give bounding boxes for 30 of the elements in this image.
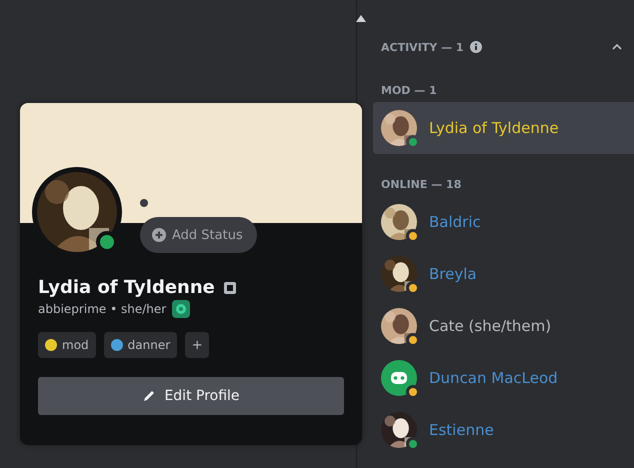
- role-tag: mod: [38, 332, 96, 358]
- chevron-up-icon[interactable]: [612, 43, 622, 51]
- member-item[interactable]: Baldric: [373, 196, 634, 248]
- member-item[interactable]: Cate (she/them): [373, 300, 634, 352]
- info-icon[interactable]: [470, 41, 482, 53]
- member-item[interactable]: Breyla: [373, 248, 634, 300]
- add-role-button[interactable]: +: [185, 332, 210, 358]
- add-status-button[interactable]: Add Status: [140, 217, 257, 253]
- badge-icon: [172, 300, 190, 318]
- activity-header: ACTIVITY — 1: [381, 40, 464, 54]
- plus-icon: [152, 228, 166, 242]
- username-text: abbieprime • she/her: [38, 302, 166, 316]
- avatar-icon: [381, 360, 417, 396]
- member-name: Breyla: [429, 265, 477, 283]
- group-heading: ONLINE — 18: [381, 178, 462, 193]
- group-heading: MOD — 1: [381, 84, 438, 99]
- pencil-icon: [142, 389, 156, 403]
- member-name: Estienne: [429, 421, 494, 439]
- member-item[interactable]: Duncan MacLeod: [373, 352, 634, 404]
- role-tag: danner: [104, 332, 178, 358]
- member-name: Baldric: [429, 213, 481, 231]
- scroll-up-icon[interactable]: [356, 14, 366, 22]
- badge-icon: [222, 280, 237, 294]
- member-name: Lydia of Tyldenne: [429, 119, 559, 137]
- member-name: Cate (she/them): [429, 317, 552, 335]
- member-item[interactable]: Estienne: [373, 404, 634, 456]
- display-name: Lydia of Tyldenne: [38, 277, 215, 298]
- member-item[interactable]: Lydia of Tyldenne: [373, 102, 634, 154]
- member-name: Duncan MacLeod: [429, 369, 558, 387]
- edit-profile-button[interactable]: Edit Profile: [38, 377, 344, 415]
